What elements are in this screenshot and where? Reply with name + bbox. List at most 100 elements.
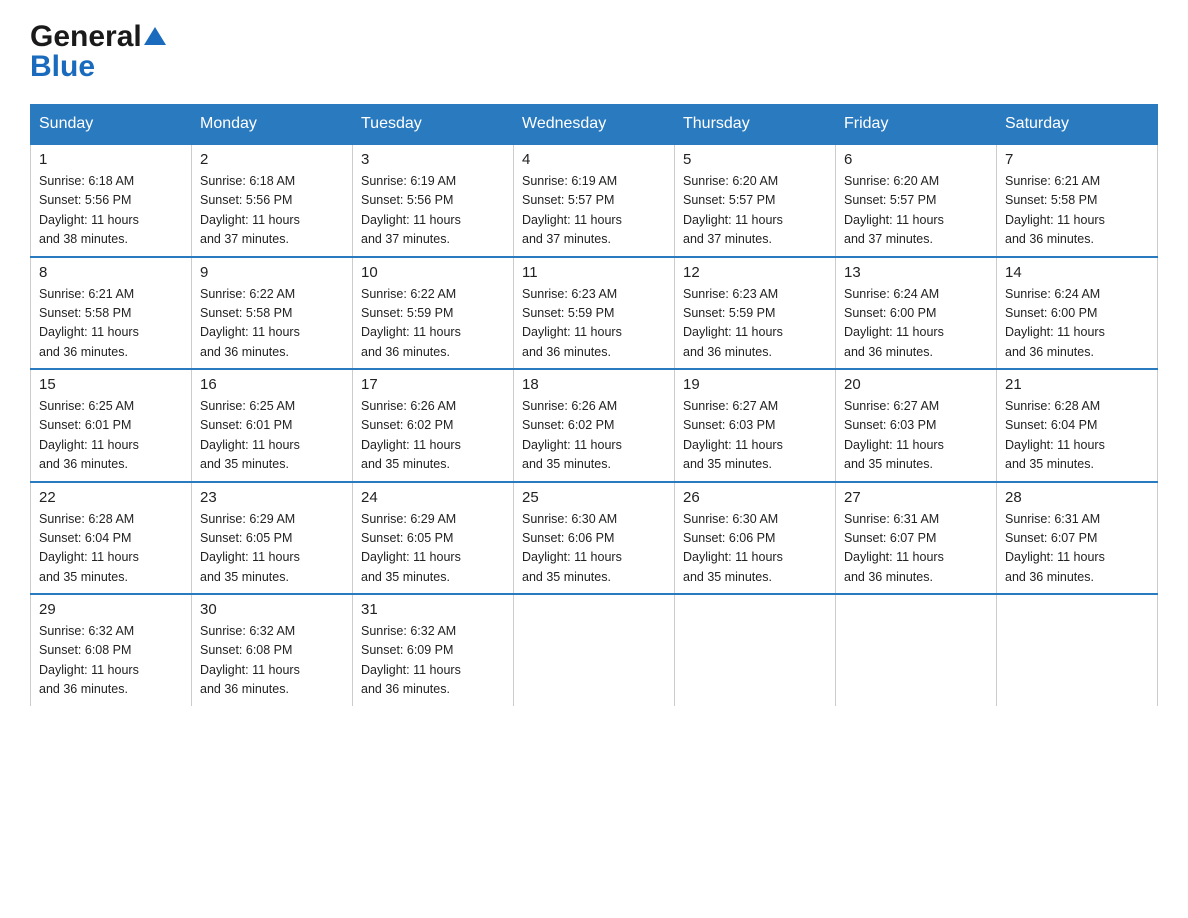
calendar-cell: 25 Sunrise: 6:30 AM Sunset: 6:06 PM Dayl… xyxy=(514,482,675,595)
calendar-cell: 20 Sunrise: 6:27 AM Sunset: 6:03 PM Dayl… xyxy=(836,369,997,482)
day-number: 22 xyxy=(39,489,183,506)
day-number: 29 xyxy=(39,601,183,618)
calendar-cell: 31 Sunrise: 6:32 AM Sunset: 6:09 PM Dayl… xyxy=(353,594,514,706)
day-info: Sunrise: 6:19 AM Sunset: 5:57 PM Dayligh… xyxy=(522,172,666,250)
calendar-week-3: 15 Sunrise: 6:25 AM Sunset: 6:01 PM Dayl… xyxy=(31,369,1158,482)
day-info: Sunrise: 6:28 AM Sunset: 6:04 PM Dayligh… xyxy=(1005,397,1149,475)
calendar-cell: 8 Sunrise: 6:21 AM Sunset: 5:58 PM Dayli… xyxy=(31,257,192,370)
day-info: Sunrise: 6:24 AM Sunset: 6:00 PM Dayligh… xyxy=(1005,285,1149,363)
day-info: Sunrise: 6:18 AM Sunset: 5:56 PM Dayligh… xyxy=(200,172,344,250)
day-number: 24 xyxy=(361,489,505,506)
day-info: Sunrise: 6:20 AM Sunset: 5:57 PM Dayligh… xyxy=(683,172,827,250)
calendar-cell: 11 Sunrise: 6:23 AM Sunset: 5:59 PM Dayl… xyxy=(514,257,675,370)
calendar-cell: 2 Sunrise: 6:18 AM Sunset: 5:56 PM Dayli… xyxy=(192,144,353,257)
day-number: 2 xyxy=(200,151,344,168)
day-info: Sunrise: 6:23 AM Sunset: 5:59 PM Dayligh… xyxy=(683,285,827,363)
calendar-cell xyxy=(836,594,997,706)
day-number: 30 xyxy=(200,601,344,618)
day-info: Sunrise: 6:29 AM Sunset: 6:05 PM Dayligh… xyxy=(361,510,505,588)
day-number: 27 xyxy=(844,489,988,506)
day-info: Sunrise: 6:31 AM Sunset: 6:07 PM Dayligh… xyxy=(844,510,988,588)
calendar-cell: 6 Sunrise: 6:20 AM Sunset: 5:57 PM Dayli… xyxy=(836,144,997,257)
header-sunday: Sunday xyxy=(31,105,192,145)
calendar-cell xyxy=(514,594,675,706)
day-number: 21 xyxy=(1005,376,1149,393)
day-info: Sunrise: 6:22 AM Sunset: 5:59 PM Dayligh… xyxy=(361,285,505,363)
calendar-cell: 5 Sunrise: 6:20 AM Sunset: 5:57 PM Dayli… xyxy=(675,144,836,257)
day-info: Sunrise: 6:30 AM Sunset: 6:06 PM Dayligh… xyxy=(522,510,666,588)
day-info: Sunrise: 6:26 AM Sunset: 6:02 PM Dayligh… xyxy=(522,397,666,475)
day-info: Sunrise: 6:32 AM Sunset: 6:09 PM Dayligh… xyxy=(361,622,505,700)
day-info: Sunrise: 6:27 AM Sunset: 6:03 PM Dayligh… xyxy=(683,397,827,475)
day-number: 31 xyxy=(361,601,505,618)
calendar-cell: 3 Sunrise: 6:19 AM Sunset: 5:56 PM Dayli… xyxy=(353,144,514,257)
calendar-cell: 7 Sunrise: 6:21 AM Sunset: 5:58 PM Dayli… xyxy=(997,144,1158,257)
day-number: 25 xyxy=(522,489,666,506)
calendar-week-1: 1 Sunrise: 6:18 AM Sunset: 5:56 PM Dayli… xyxy=(31,144,1158,257)
header-friday: Friday xyxy=(836,105,997,145)
calendar-cell: 27 Sunrise: 6:31 AM Sunset: 6:07 PM Dayl… xyxy=(836,482,997,595)
day-info: Sunrise: 6:21 AM Sunset: 5:58 PM Dayligh… xyxy=(39,285,183,363)
calendar-cell: 29 Sunrise: 6:32 AM Sunset: 6:08 PM Dayl… xyxy=(31,594,192,706)
day-info: Sunrise: 6:25 AM Sunset: 6:01 PM Dayligh… xyxy=(200,397,344,475)
day-info: Sunrise: 6:20 AM Sunset: 5:57 PM Dayligh… xyxy=(844,172,988,250)
day-info: Sunrise: 6:19 AM Sunset: 5:56 PM Dayligh… xyxy=(361,172,505,250)
page-header: General Blue xyxy=(30,20,1158,84)
calendar-cell: 14 Sunrise: 6:24 AM Sunset: 6:00 PM Dayl… xyxy=(997,257,1158,370)
day-number: 11 xyxy=(522,264,666,281)
day-info: Sunrise: 6:26 AM Sunset: 6:02 PM Dayligh… xyxy=(361,397,505,475)
day-number: 14 xyxy=(1005,264,1149,281)
day-info: Sunrise: 6:31 AM Sunset: 6:07 PM Dayligh… xyxy=(1005,510,1149,588)
day-number: 28 xyxy=(1005,489,1149,506)
calendar-cell: 12 Sunrise: 6:23 AM Sunset: 5:59 PM Dayl… xyxy=(675,257,836,370)
calendar-cell xyxy=(997,594,1158,706)
day-number: 16 xyxy=(200,376,344,393)
day-number: 19 xyxy=(683,376,827,393)
calendar-cell: 18 Sunrise: 6:26 AM Sunset: 6:02 PM Dayl… xyxy=(514,369,675,482)
day-info: Sunrise: 6:28 AM Sunset: 6:04 PM Dayligh… xyxy=(39,510,183,588)
day-number: 9 xyxy=(200,264,344,281)
day-info: Sunrise: 6:25 AM Sunset: 6:01 PM Dayligh… xyxy=(39,397,183,475)
day-info: Sunrise: 6:30 AM Sunset: 6:06 PM Dayligh… xyxy=(683,510,827,588)
header-wednesday: Wednesday xyxy=(514,105,675,145)
calendar-cell: 21 Sunrise: 6:28 AM Sunset: 6:04 PM Dayl… xyxy=(997,369,1158,482)
day-number: 8 xyxy=(39,264,183,281)
calendar-cell: 16 Sunrise: 6:25 AM Sunset: 6:01 PM Dayl… xyxy=(192,369,353,482)
day-number: 6 xyxy=(844,151,988,168)
logo-triangle-icon xyxy=(144,25,166,47)
day-info: Sunrise: 6:23 AM Sunset: 5:59 PM Dayligh… xyxy=(522,285,666,363)
header-tuesday: Tuesday xyxy=(353,105,514,145)
day-number: 5 xyxy=(683,151,827,168)
calendar-cell: 23 Sunrise: 6:29 AM Sunset: 6:05 PM Dayl… xyxy=(192,482,353,595)
day-number: 17 xyxy=(361,376,505,393)
day-info: Sunrise: 6:21 AM Sunset: 5:58 PM Dayligh… xyxy=(1005,172,1149,250)
day-number: 7 xyxy=(1005,151,1149,168)
day-number: 26 xyxy=(683,489,827,506)
day-number: 20 xyxy=(844,376,988,393)
day-number: 18 xyxy=(522,376,666,393)
calendar-week-2: 8 Sunrise: 6:21 AM Sunset: 5:58 PM Dayli… xyxy=(31,257,1158,370)
calendar-cell: 15 Sunrise: 6:25 AM Sunset: 6:01 PM Dayl… xyxy=(31,369,192,482)
day-number: 13 xyxy=(844,264,988,281)
calendar-table: Sunday Monday Tuesday Wednesday Thursday… xyxy=(30,104,1158,706)
day-info: Sunrise: 6:32 AM Sunset: 6:08 PM Dayligh… xyxy=(200,622,344,700)
header-saturday: Saturday xyxy=(997,105,1158,145)
calendar-cell: 1 Sunrise: 6:18 AM Sunset: 5:56 PM Dayli… xyxy=(31,144,192,257)
logo: General Blue xyxy=(30,20,166,84)
day-info: Sunrise: 6:32 AM Sunset: 6:08 PM Dayligh… xyxy=(39,622,183,700)
calendar-cell: 4 Sunrise: 6:19 AM Sunset: 5:57 PM Dayli… xyxy=(514,144,675,257)
header-thursday: Thursday xyxy=(675,105,836,145)
day-number: 12 xyxy=(683,264,827,281)
day-number: 10 xyxy=(361,264,505,281)
day-info: Sunrise: 6:18 AM Sunset: 5:56 PM Dayligh… xyxy=(39,172,183,250)
day-number: 23 xyxy=(200,489,344,506)
day-info: Sunrise: 6:24 AM Sunset: 6:00 PM Dayligh… xyxy=(844,285,988,363)
calendar-cell xyxy=(675,594,836,706)
day-number: 1 xyxy=(39,151,183,168)
calendar-cell: 26 Sunrise: 6:30 AM Sunset: 6:06 PM Dayl… xyxy=(675,482,836,595)
calendar-cell: 9 Sunrise: 6:22 AM Sunset: 5:58 PM Dayli… xyxy=(192,257,353,370)
calendar-week-5: 29 Sunrise: 6:32 AM Sunset: 6:08 PM Dayl… xyxy=(31,594,1158,706)
calendar-cell: 22 Sunrise: 6:28 AM Sunset: 6:04 PM Dayl… xyxy=(31,482,192,595)
calendar-cell: 13 Sunrise: 6:24 AM Sunset: 6:00 PM Dayl… xyxy=(836,257,997,370)
calendar-cell: 17 Sunrise: 6:26 AM Sunset: 6:02 PM Dayl… xyxy=(353,369,514,482)
